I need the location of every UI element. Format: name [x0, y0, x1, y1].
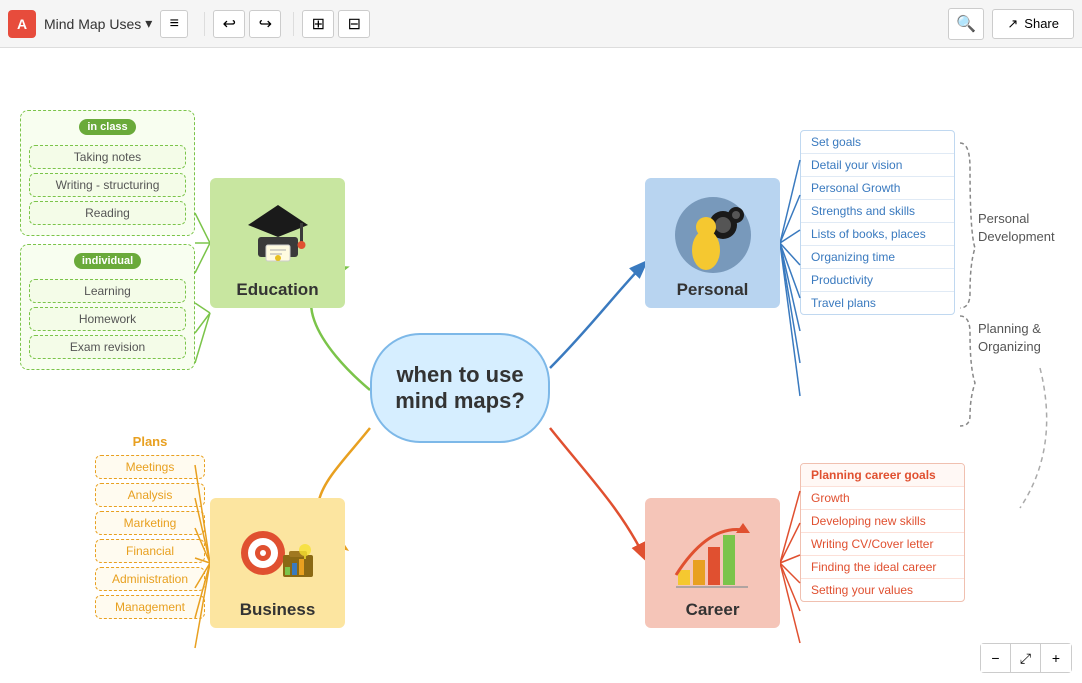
personal-item-4[interactable]: Lists of books, places [801, 223, 954, 246]
career-branch: Planning career goals Growth Developing … [800, 463, 965, 602]
biz-item-financial[interactable]: Financial [95, 539, 205, 563]
edu-item-reading[interactable]: Reading [29, 201, 186, 225]
personal-item-2[interactable]: Personal Growth [801, 177, 954, 200]
personal-item-0[interactable]: Set goals [801, 131, 954, 154]
personal-item-6[interactable]: Productivity [801, 269, 954, 292]
business-label: Business [240, 600, 316, 620]
canvas: when to use mind maps? Education [0, 48, 1082, 683]
toolbar-divider2 [293, 12, 294, 36]
biz-item-marketing[interactable]: Marketing [95, 511, 205, 535]
center-node-text: when to use mind maps? [372, 362, 548, 414]
business-node[interactable]: Business [210, 498, 345, 628]
toolbar: A Mind Map Uses ▾ ≡ ↩ ↪ ⊞ ⊟ 🔍 ↗ Share [0, 0, 1082, 48]
personal-icon [645, 190, 780, 280]
career-item-4[interactable]: Finding the ideal career [801, 556, 964, 579]
career-item-5[interactable]: Setting your values [801, 579, 964, 601]
career-node[interactable]: Career [645, 498, 780, 628]
biz-item-management[interactable]: Management [95, 595, 205, 619]
edu-item-exam[interactable]: Exam revision [29, 335, 186, 359]
edu-item-homework[interactable]: Homework [29, 307, 186, 331]
app-logo: A [8, 10, 36, 38]
redo-button[interactable]: ↪ [249, 10, 281, 38]
education-icon [210, 190, 345, 280]
undo-button[interactable]: ↩ [213, 10, 245, 38]
plans-label: Plans [133, 434, 168, 449]
career-item-0[interactable]: Planning career goals [801, 464, 964, 487]
personal-node[interactable]: Personal [645, 178, 780, 308]
toolbar-right: 🔍 ↗ Share [948, 8, 1074, 40]
career-item-2[interactable]: Developing new skills [801, 510, 964, 533]
edu-item-writing[interactable]: Writing - structuring [29, 173, 186, 197]
search-button[interactable]: 🔍 [948, 8, 984, 40]
personal-item-7[interactable]: Travel plans [801, 292, 954, 314]
individual-group: individual Learning Homework Exam revisi… [20, 244, 195, 370]
layout1-button[interactable]: ⊞ [302, 10, 334, 38]
in-class-tag: in class [79, 119, 135, 135]
layout2-button[interactable]: ⊟ [338, 10, 370, 38]
personal-label: Personal [677, 280, 749, 300]
edu-item-learning[interactable]: Learning [29, 279, 186, 303]
app-title: Mind Map Uses ▾ [44, 15, 152, 32]
zoom-controls: − ⤢ + [980, 643, 1072, 673]
share-button[interactable]: ↗ Share [992, 9, 1074, 39]
edu-item-taking-notes[interactable]: Taking notes [29, 145, 186, 169]
business-branch: Plans Meetings Analysis Marketing Financ… [95, 433, 205, 623]
zoom-out-button[interactable]: − [981, 644, 1011, 672]
education-node[interactable]: Education [210, 178, 345, 308]
personal-item-3[interactable]: Strengths and skills [801, 200, 954, 223]
education-label: Education [236, 280, 318, 300]
zoom-in-button[interactable]: + [1041, 644, 1071, 672]
career-label: Career [686, 600, 740, 620]
center-node[interactable]: when to use mind maps? [370, 333, 550, 443]
in-class-group: in class Taking notes Writing - structur… [20, 110, 195, 236]
title-chevron: ▾ [145, 15, 152, 32]
education-branch: in class Taking notes Writing - structur… [20, 110, 195, 378]
title-text: Mind Map Uses [44, 16, 141, 32]
personal-development-label: Personal Development [978, 210, 1055, 246]
business-icon [210, 510, 345, 600]
zoom-fit-button[interactable]: ⤢ [1011, 644, 1041, 672]
career-item-1[interactable]: Growth [801, 487, 964, 510]
biz-item-admin[interactable]: Administration [95, 567, 205, 591]
menu-button[interactable]: ≡ [160, 10, 188, 38]
personal-item-5[interactable]: Organizing time [801, 246, 954, 269]
career-item-3[interactable]: Writing CV/Cover letter [801, 533, 964, 556]
share-label: Share [1024, 16, 1059, 31]
biz-item-analysis[interactable]: Analysis [95, 483, 205, 507]
biz-item-meetings[interactable]: Meetings [95, 455, 205, 479]
personal-item-1[interactable]: Detail your vision [801, 154, 954, 177]
toolbar-divider [204, 12, 205, 36]
planning-organizing-label: Planning & Organizing [978, 320, 1041, 356]
individual-tag: individual [74, 253, 141, 269]
share-icon: ↗ [1007, 16, 1018, 32]
career-icon [645, 510, 780, 600]
personal-branch: Set goals Detail your vision Personal Gr… [800, 130, 955, 315]
